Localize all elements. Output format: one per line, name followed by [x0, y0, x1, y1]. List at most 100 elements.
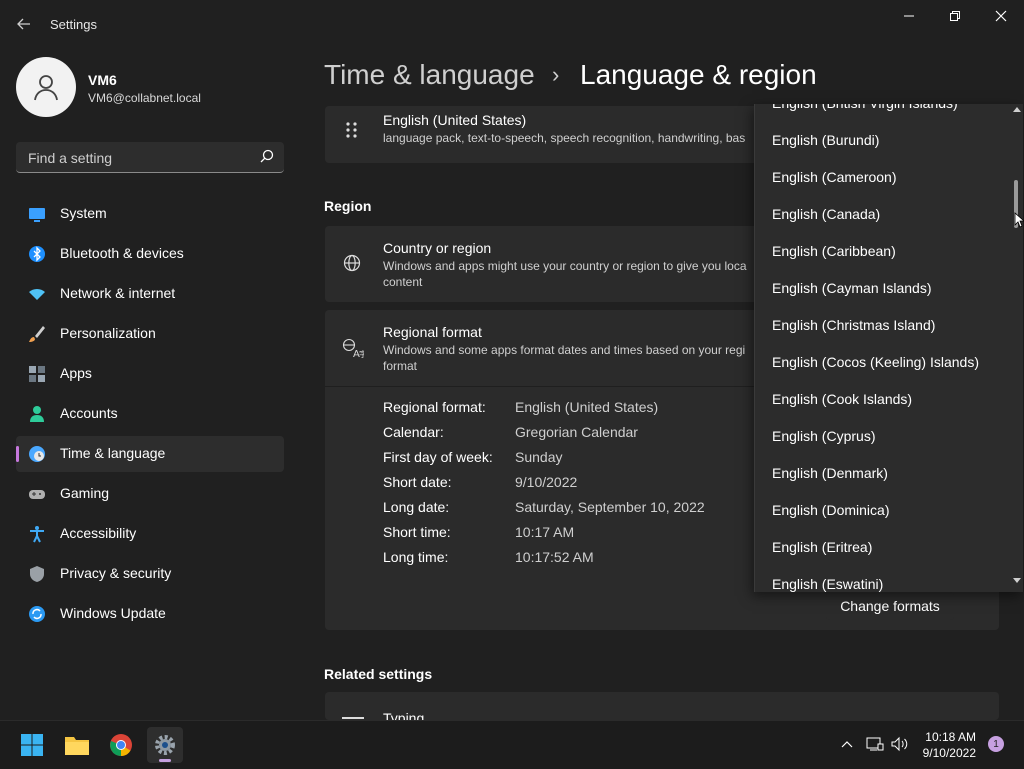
dropdown-option[interactable]: English (Cameroon) [772, 169, 897, 185]
close-button[interactable] [978, 0, 1024, 32]
sidebar-item-label: Time & language [60, 445, 166, 461]
related-settings-title: Related settings [324, 666, 433, 682]
back-arrow-icon [17, 18, 30, 30]
chrome-icon [110, 734, 132, 756]
sidebar-item-label: Accounts [60, 405, 118, 421]
chevron-up-icon[interactable] [841, 740, 853, 748]
dropdown-option[interactable]: English (Cayman Islands) [772, 280, 932, 296]
title-bar [0, 0, 1024, 48]
format-label: Long time: [383, 549, 449, 565]
drag-handle-icon[interactable] [345, 121, 359, 139]
dropdown-option[interactable]: English (Denmark) [772, 465, 888, 481]
restore-icon [950, 11, 960, 21]
monitor-icon [29, 208, 45, 222]
sidebar-item-privacy-security[interactable]: Privacy & security [16, 556, 284, 592]
format-value: 9/10/2022 [515, 474, 578, 490]
shield-icon [30, 566, 44, 582]
sidebar-item-bluetooth-devices[interactable]: Bluetooth & devices [16, 236, 284, 272]
sidebar-item-windows-update[interactable]: Windows Update [16, 596, 284, 632]
dropdown-option[interactable]: English (Cook Islands) [772, 391, 912, 407]
language-desc: language pack, text-to-speech, speech re… [383, 131, 746, 145]
scroll-up-arrow-icon[interactable] [1013, 106, 1021, 112]
sidebar-item-system[interactable]: System [16, 196, 284, 232]
start-button[interactable] [14, 727, 50, 763]
sidebar-item-time-language[interactable]: Time & language [16, 436, 284, 472]
sidebar-item-accessibility[interactable]: Accessibility [16, 516, 284, 552]
format-value: Sunday [515, 449, 563, 465]
sidebar-item-personalization[interactable]: Personalization [16, 316, 284, 352]
sidebar-item-label: Apps [60, 365, 92, 381]
restore-button[interactable] [932, 0, 978, 32]
sidebar-item-network-internet[interactable]: Network & internet [16, 276, 284, 312]
format-label: First day of week: [383, 449, 493, 465]
wifi-icon [29, 288, 45, 300]
typing-card[interactable]: Typing [325, 692, 999, 720]
scroll-down-arrow-icon[interactable] [1013, 578, 1021, 584]
active-indicator [16, 446, 19, 462]
svg-text:字: 字 [359, 349, 364, 358]
sidebar-item-label: Gaming [60, 485, 110, 501]
taskbar: 10:18 AM 9/10/2022 [0, 720, 1024, 769]
format-value: 10:17:52 AM [515, 549, 594, 565]
breadcrumb-parent[interactable]: Time & language [324, 59, 535, 91]
dropdown-option[interactable]: English (Burundi) [772, 132, 879, 148]
regional-format-desc: Windows and some apps format dates and t… [383, 343, 746, 373]
format-label: Regional format: [383, 399, 486, 415]
dropdown-option[interactable]: English (Caribbean) [772, 243, 896, 259]
sidebar-item-label: Accessibility [60, 525, 137, 541]
format-value: 10:17 AM [515, 524, 575, 540]
sidebar-item-apps[interactable]: Apps [16, 356, 284, 392]
clock-time[interactable]: 10:18 AM [925, 730, 976, 744]
clock-date[interactable]: 9/10/2022 [923, 746, 976, 760]
region-section-title: Region [324, 198, 372, 214]
format-value: Gregorian Calendar [515, 424, 638, 440]
language-format-icon: A 字 [342, 338, 364, 358]
back-button[interactable] [10, 12, 38, 36]
sidebar-item-label: Network & internet [60, 285, 176, 301]
dropdown-option[interactable]: English (Eswatini) [772, 576, 883, 592]
format-value: English (United States) [515, 399, 659, 415]
user-email: VM6@collabnet.local [88, 91, 201, 105]
format-label: Calendar: [383, 424, 444, 440]
change-formats-button[interactable]: Change formats [826, 592, 954, 620]
sidebar-item-label: Personalization [60, 325, 156, 341]
network-icon[interactable] [866, 736, 884, 752]
bluetooth-icon [29, 246, 45, 262]
format-label: Short time: [383, 524, 451, 540]
avatar[interactable] [16, 57, 76, 117]
gear-icon [155, 735, 175, 755]
notification-badge[interactable]: 1 [988, 736, 1004, 752]
globe-icon [343, 254, 361, 272]
minimize-button[interactable] [886, 0, 932, 32]
dropdown-option[interactable]: English (Dominica) [772, 502, 889, 518]
search-box[interactable] [16, 142, 284, 173]
folder-icon [65, 737, 89, 755]
active-app-indicator [159, 759, 171, 762]
minimize-icon [904, 15, 914, 17]
region-dropdown-list[interactable]: English (British Virgin Islands) English … [754, 104, 1023, 592]
file-explorer-button[interactable] [59, 727, 95, 763]
sidebar-item-gaming[interactable]: Gaming [16, 476, 284, 512]
apps-icon [29, 366, 45, 382]
user-name: VM6 [88, 72, 117, 88]
sidebar-item-label: Windows Update [60, 605, 166, 621]
breadcrumb-separator: › [552, 62, 560, 87]
typing-title: Typing [383, 710, 425, 720]
dropdown-option[interactable]: English (Eritrea) [772, 539, 872, 555]
sidebar-item-label: Bluetooth & devices [60, 245, 184, 261]
settings-app-button[interactable] [147, 727, 183, 763]
dropdown-option[interactable]: English (Christmas Island) [772, 317, 935, 333]
dropdown-option[interactable]: English (Canada) [772, 206, 880, 222]
search-input[interactable] [26, 147, 250, 169]
chrome-button[interactable] [103, 727, 139, 763]
close-icon [995, 10, 1007, 22]
sidebar-item-accounts[interactable]: Accounts [16, 396, 284, 432]
dropdown-option[interactable]: English (Cocos (Keeling) Islands) [772, 354, 979, 370]
dropdown-option[interactable]: English (Cyprus) [772, 428, 875, 444]
person-icon [34, 75, 58, 101]
volume-icon[interactable] [891, 736, 909, 752]
dropdown-option[interactable]: English (British Virgin Islands) [772, 104, 958, 111]
search-icon[interactable] [260, 149, 274, 163]
person-icon [30, 406, 44, 422]
format-label: Short date: [383, 474, 452, 490]
